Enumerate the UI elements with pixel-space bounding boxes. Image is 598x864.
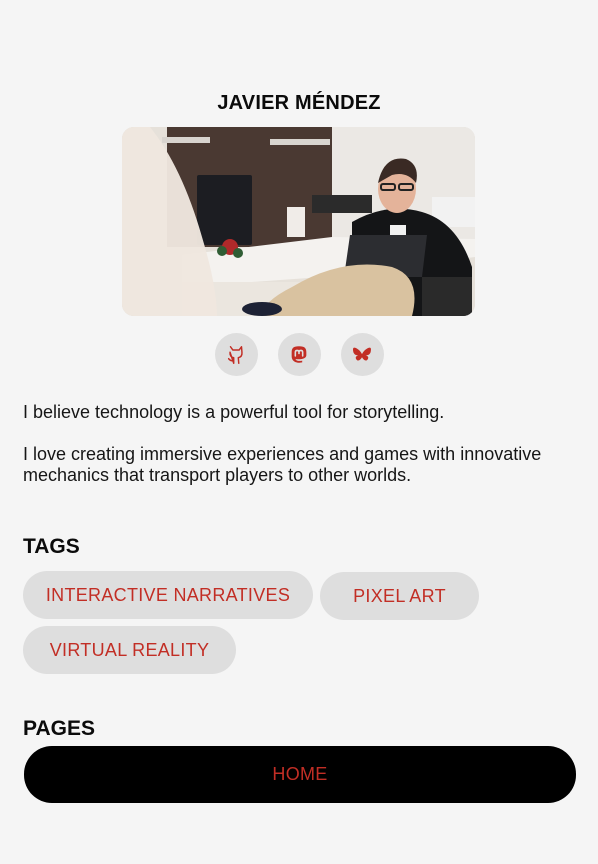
mastodon-link-button[interactable] (277, 333, 321, 376)
tag-pixel-art[interactable]: PIXEL ART (320, 572, 479, 620)
social-links (0, 333, 598, 376)
pages-heading: PAGES (23, 717, 95, 740)
mastodon-icon (288, 344, 310, 366)
bio-paragraph: I love creating immersive experiences an… (23, 444, 542, 485)
tag-virtual-reality[interactable]: VIRTUAL REALITY (23, 626, 236, 674)
profile-name: JAVIER MÉNDEZ (217, 92, 381, 114)
profile-page: JAVIER MÉNDEZ I believe technology is a … (0, 0, 598, 864)
home-page-button[interactable]: HOME (24, 746, 576, 803)
bio: I believe technology is a powerful tool … (23, 402, 583, 507)
github-link-button[interactable] (214, 333, 258, 376)
bio-paragraph: I believe technology is a powerful tool … (23, 402, 445, 422)
bluesky-icon (351, 344, 373, 366)
tags-heading: TAGS (23, 535, 80, 558)
github-icon (225, 344, 247, 366)
profile-photo (122, 127, 475, 316)
bluesky-link-button[interactable] (340, 333, 384, 376)
tag-interactive-narratives[interactable]: INTERACTIVE NARRATIVES (23, 571, 313, 619)
